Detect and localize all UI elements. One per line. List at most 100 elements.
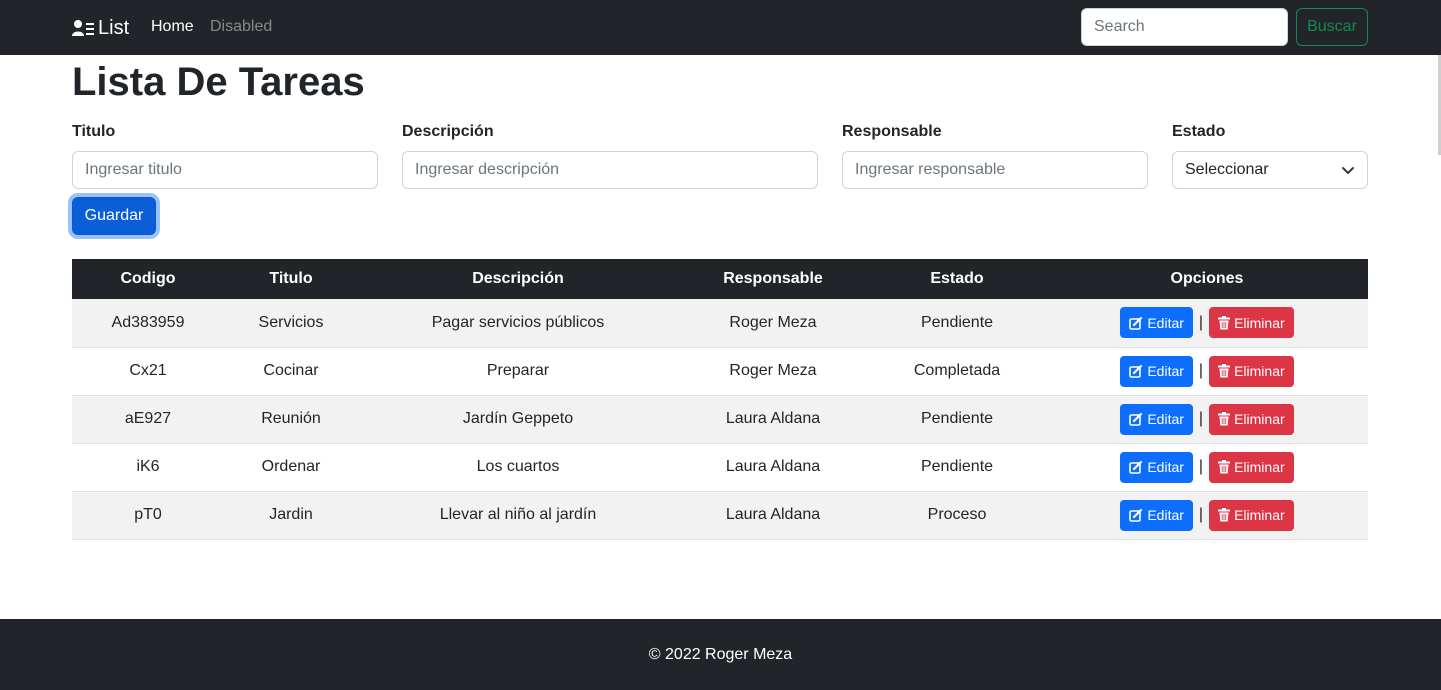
chevron-down-icon bbox=[1342, 167, 1354, 174]
cell-descripcion: Pagar servicios públicos bbox=[358, 299, 678, 348]
edit-button[interactable]: Editar bbox=[1120, 403, 1193, 435]
separator: | bbox=[1198, 458, 1204, 475]
delete-label: Eliminar bbox=[1234, 363, 1285, 379]
brand-link[interactable]: List bbox=[72, 14, 129, 42]
search-input[interactable] bbox=[1081, 8, 1288, 46]
cell-descripcion: Preparar bbox=[358, 347, 678, 396]
header-responsable: Responsable bbox=[678, 259, 868, 299]
nav-link-home[interactable]: Home bbox=[151, 17, 194, 37]
cell-opciones: Editar | Eliminar bbox=[1046, 395, 1368, 444]
page-title: Lista De Tareas bbox=[72, 60, 365, 104]
page-footer: © 2022 Roger Meza bbox=[0, 619, 1441, 690]
delete-button[interactable]: Eliminar bbox=[1209, 403, 1294, 435]
edit-icon bbox=[1129, 508, 1143, 522]
descripcion-input[interactable] bbox=[402, 151, 818, 189]
edit-label: Editar bbox=[1147, 363, 1184, 379]
separator: | bbox=[1198, 410, 1204, 427]
trash-icon bbox=[1218, 412, 1231, 426]
delete-label: Eliminar bbox=[1234, 507, 1285, 523]
cell-titulo: Jardin bbox=[224, 491, 358, 540]
edit-button[interactable]: Editar bbox=[1120, 499, 1193, 531]
trash-icon bbox=[1218, 508, 1231, 522]
responsable-input[interactable] bbox=[842, 151, 1148, 189]
cell-opciones: Editar | Eliminar bbox=[1046, 347, 1368, 396]
delete-button[interactable]: Eliminar bbox=[1209, 451, 1294, 483]
edit-label: Editar bbox=[1147, 411, 1184, 427]
header-titulo: Titulo bbox=[224, 259, 358, 299]
cell-responsable: Roger Meza bbox=[678, 347, 868, 396]
estado-select-value: Seleccionar bbox=[1185, 161, 1269, 178]
edit-icon bbox=[1129, 412, 1143, 426]
separator: | bbox=[1198, 313, 1204, 331]
search-button[interactable]: Buscar bbox=[1296, 8, 1368, 46]
cell-opciones: Editar | Eliminar bbox=[1046, 491, 1368, 540]
table-row: iK6 Ordenar Los cuartos Laura Aldana Pen… bbox=[72, 443, 1368, 492]
cell-opciones: Editar | Eliminar bbox=[1046, 443, 1368, 492]
edit-icon bbox=[1129, 364, 1143, 378]
separator: | bbox=[1198, 506, 1204, 523]
responsable-label: Responsable bbox=[842, 123, 942, 140]
cell-titulo: Servicios bbox=[224, 299, 358, 348]
table-header-row: Codigo Titulo Descripción Responsable Es… bbox=[72, 259, 1368, 299]
cell-titulo: Cocinar bbox=[224, 347, 358, 396]
delete-button[interactable]: Eliminar bbox=[1209, 355, 1294, 387]
estado-label: Estado bbox=[1172, 123, 1226, 140]
cell-codigo: pT0 bbox=[72, 491, 224, 540]
edit-label: Editar bbox=[1147, 507, 1184, 523]
edit-button[interactable]: Editar bbox=[1120, 451, 1193, 483]
edit-button[interactable]: Editar bbox=[1120, 307, 1193, 339]
tasks-table: Codigo Titulo Descripción Responsable Es… bbox=[72, 259, 1368, 540]
table-row: Ad383959 Servicios Pagar servicios públi… bbox=[72, 299, 1368, 348]
brand-label: List bbox=[98, 16, 130, 39]
delete-button[interactable]: Eliminar bbox=[1209, 307, 1294, 339]
header-estado: Estado bbox=[868, 259, 1046, 299]
cell-estado: Pendiente bbox=[868, 299, 1046, 348]
delete-label: Eliminar bbox=[1234, 411, 1285, 427]
cell-titulo: Reunión bbox=[224, 395, 358, 444]
cell-responsable: Laura Aldana bbox=[678, 395, 868, 444]
cell-codigo: aE927 bbox=[72, 395, 224, 444]
delete-label: Eliminar bbox=[1234, 314, 1285, 331]
cell-responsable: Roger Meza bbox=[678, 299, 868, 348]
table-row: aE927 Reunión Jardín Geppeto Laura Aldan… bbox=[72, 395, 1368, 444]
trash-icon bbox=[1218, 460, 1231, 474]
cell-estado: Proceso bbox=[868, 491, 1046, 540]
edit-icon bbox=[1129, 460, 1143, 474]
header-opciones: Opciones bbox=[1046, 259, 1368, 299]
cell-responsable: Laura Aldana bbox=[678, 491, 868, 540]
edit-label: Editar bbox=[1147, 314, 1184, 331]
cell-estado: Pendiente bbox=[868, 395, 1046, 444]
user-list-icon bbox=[72, 20, 94, 36]
table-row: Cx21 Cocinar Preparar Roger Meza Complet… bbox=[72, 347, 1368, 396]
delete-label: Eliminar bbox=[1234, 459, 1285, 475]
delete-button[interactable]: Eliminar bbox=[1209, 499, 1294, 531]
edit-icon bbox=[1129, 316, 1143, 330]
titulo-label: Titulo bbox=[72, 123, 116, 140]
cell-estado: Pendiente bbox=[868, 443, 1046, 492]
cell-estado: Completada bbox=[868, 347, 1046, 396]
header-codigo: Codigo bbox=[72, 259, 224, 299]
cell-titulo: Ordenar bbox=[224, 443, 358, 492]
trash-icon bbox=[1218, 364, 1231, 378]
save-button[interactable]: Guardar bbox=[72, 197, 156, 235]
nav-link-disabled: Disabled bbox=[210, 18, 273, 35]
top-navbar: List Home Disabled Buscar bbox=[0, 0, 1441, 55]
cell-descripcion: Llevar al niño al jardín bbox=[358, 491, 678, 540]
trash-icon bbox=[1218, 315, 1231, 330]
cell-codigo: Cx21 bbox=[72, 347, 224, 396]
titulo-input[interactable] bbox=[72, 151, 378, 189]
footer-copyright: © 2022 Roger Meza bbox=[648, 645, 793, 663]
cell-responsable: Laura Aldana bbox=[678, 443, 868, 492]
edit-button[interactable]: Editar bbox=[1120, 355, 1193, 387]
cell-opciones: Editar | Eliminar bbox=[1046, 299, 1368, 348]
descripcion-label: Descripción bbox=[402, 123, 494, 140]
table-row: pT0 Jardin Llevar al niño al jardín Laur… bbox=[72, 491, 1368, 540]
cell-descripcion: Los cuartos bbox=[358, 443, 678, 492]
estado-select[interactable]: Seleccionar bbox=[1172, 151, 1368, 189]
cell-codigo: iK6 bbox=[72, 443, 224, 492]
header-descripcion: Descripción bbox=[358, 259, 678, 299]
cell-codigo: Ad383959 bbox=[72, 299, 224, 348]
edit-label: Editar bbox=[1147, 459, 1184, 475]
cell-descripcion: Jardín Geppeto bbox=[358, 395, 678, 444]
separator: | bbox=[1198, 362, 1204, 379]
